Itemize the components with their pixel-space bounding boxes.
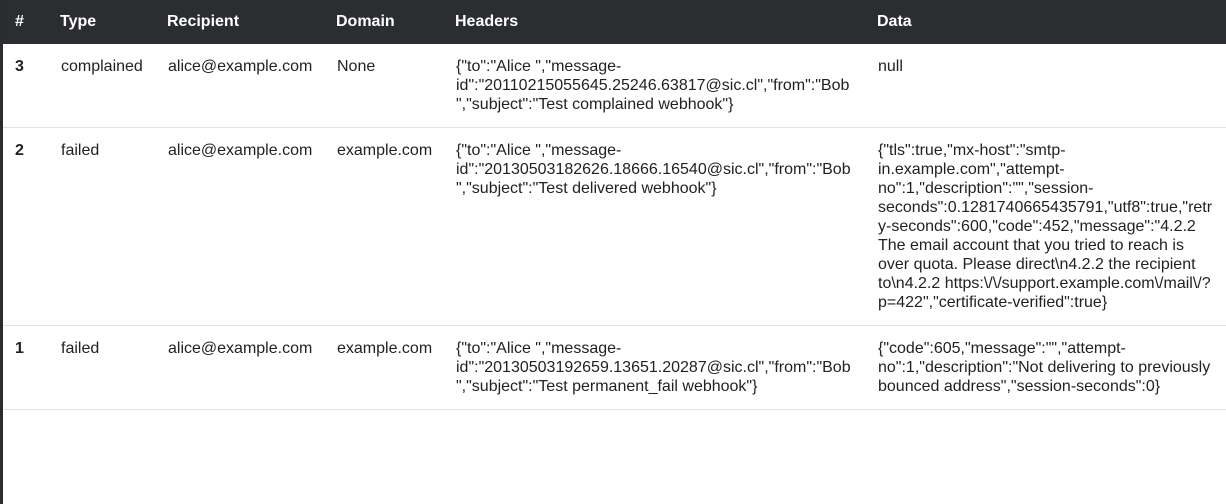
cell-domain: example.com xyxy=(337,142,433,159)
column-header-recipient: Recipient xyxy=(167,13,240,30)
cell-data: {"code":605,"message":"","attempt-no":1,… xyxy=(878,340,1211,395)
column-header-type: Type xyxy=(60,13,97,30)
cell-recipient: alice@example.com xyxy=(168,142,313,159)
cell-type: complained xyxy=(61,58,143,75)
header-row: # Type Recipient Domain Headers Data xyxy=(3,0,1226,44)
column-header-data: Data xyxy=(877,13,912,30)
column-header-id: # xyxy=(15,13,24,30)
table-body: 3 complained alice@example.com None {"to… xyxy=(3,44,1226,410)
events-table: # Type Recipient Domain Headers Data 3 c… xyxy=(3,0,1226,410)
cell-type: failed xyxy=(61,340,100,357)
cell-type: failed xyxy=(61,142,100,159)
cell-id: 3 xyxy=(15,58,24,75)
cell-headers: {"to":"Alice ","message-id":"20130503192… xyxy=(456,340,851,395)
cell-domain: example.com xyxy=(337,340,433,357)
cell-id: 2 xyxy=(15,142,24,159)
cell-headers: {"to":"Alice ","message-id":"20130503182… xyxy=(456,142,851,197)
cell-headers: {"to":"Alice ","message-id":"20110215055… xyxy=(456,58,850,113)
webhook-events-view: # Type Recipient Domain Headers Data 3 c… xyxy=(0,0,1226,504)
column-header-headers: Headers xyxy=(455,13,519,30)
cell-data: null xyxy=(878,58,903,75)
table-header: # Type Recipient Domain Headers Data xyxy=(3,0,1226,44)
cell-data: {"tls":true,"mx-host":"smtp-in.example.c… xyxy=(878,142,1213,311)
table-row: 2 failed alice@example.com example.com {… xyxy=(3,128,1226,326)
table-row: 3 complained alice@example.com None {"to… xyxy=(3,44,1226,128)
table-row: 1 failed alice@example.com example.com {… xyxy=(3,326,1226,410)
column-header-domain: Domain xyxy=(336,13,395,30)
cell-id: 1 xyxy=(15,340,24,357)
cell-domain: None xyxy=(337,58,376,75)
cell-recipient: alice@example.com xyxy=(168,340,313,357)
cell-recipient: alice@example.com xyxy=(168,58,313,75)
